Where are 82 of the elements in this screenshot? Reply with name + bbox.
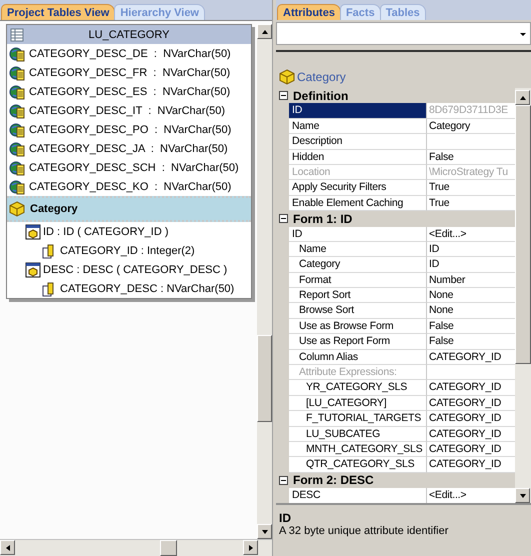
form-icon bbox=[25, 262, 41, 278]
section-title: Form 1: ID bbox=[293, 212, 352, 226]
property-value[interactable]: ID bbox=[427, 257, 515, 273]
column-label[interactable]: CATEGORY_DESC_PO : NVarChar(50) bbox=[29, 124, 232, 136]
column-label[interactable]: CATEGORY_DESC_JA : NVarChar(50) bbox=[29, 142, 228, 154]
globe-document-icon bbox=[9, 178, 25, 194]
property-value[interactable]: False bbox=[427, 150, 515, 165]
object-name: Category bbox=[297, 70, 346, 84]
collapse-icon[interactable] bbox=[279, 91, 288, 100]
form-icon bbox=[25, 224, 41, 240]
dropdown-field[interactable] bbox=[276, 22, 531, 45]
panel-tab[interactable]: Attributes bbox=[277, 4, 341, 20]
form-label[interactable]: DESC : DESC ( CATEGORY_DESC ) bbox=[43, 264, 228, 276]
property-name[interactable]: Format bbox=[289, 272, 427, 288]
property-value[interactable]: True bbox=[427, 196, 515, 212]
property-name[interactable]: Category bbox=[289, 257, 427, 273]
view-tab[interactable]: Project Tables View bbox=[1, 4, 116, 20]
column-icon bbox=[40, 280, 56, 296]
scroll-thumb[interactable] bbox=[515, 105, 531, 364]
property-name[interactable]: Report Sort bbox=[289, 288, 427, 304]
cube-icon bbox=[9, 201, 25, 217]
column-label[interactable]: CATEGORY_DESC_ES : NVarChar(50) bbox=[29, 86, 230, 98]
description-title: ID bbox=[279, 511, 292, 525]
scroll-thumb[interactable] bbox=[257, 335, 272, 422]
property-name[interactable]: Description bbox=[289, 134, 427, 150]
section-title: Definition bbox=[293, 88, 348, 103]
attribute-row[interactable]: Category bbox=[7, 196, 251, 222]
property-value[interactable]: <Edit...> bbox=[427, 488, 515, 504]
property-value[interactable]: False bbox=[427, 318, 515, 334]
cube-icon bbox=[279, 69, 295, 85]
down-arrow-icon[interactable] bbox=[260, 528, 268, 536]
property-name[interactable]: Hidden bbox=[289, 150, 427, 165]
property-value[interactable]: ID bbox=[427, 242, 515, 258]
globe-document-icon bbox=[9, 102, 25, 118]
column-label[interactable]: CATEGORY_DESC_IT : NVarChar(50) bbox=[29, 104, 226, 116]
property-value[interactable]: <Edit...> bbox=[427, 226, 515, 242]
property-value[interactable]: None bbox=[427, 303, 515, 319]
table-icon bbox=[10, 28, 24, 42]
form-label[interactable]: ID : ID ( CATEGORY_ID ) bbox=[43, 226, 168, 238]
property-name[interactable]: Enable Element Caching bbox=[289, 196, 427, 212]
description-text: A 32 byte unique attribute identifier bbox=[279, 525, 450, 537]
property-name[interactable]: Apply Security Filters bbox=[289, 180, 427, 196]
section-title: Form 2: DESC bbox=[293, 473, 374, 488]
up-arrow-icon[interactable] bbox=[518, 94, 526, 102]
globe-document-icon bbox=[9, 46, 25, 62]
column-label[interactable]: CATEGORY_DESC_DE : NVarChar(50) bbox=[29, 48, 231, 60]
vertical-scrollbar[interactable] bbox=[257, 24, 272, 539]
property-value[interactable]: None bbox=[427, 288, 515, 304]
table-title: LU_CATEGORY bbox=[88, 28, 170, 40]
column-label[interactable]: CATEGORY_DESC_SCH : NVarChar(50) bbox=[29, 162, 239, 174]
scroll-thumb[interactable] bbox=[160, 540, 177, 556]
column-label[interactable]: CATEGORY_DESC_KO : NVarChar(50) bbox=[29, 180, 232, 192]
column-label[interactable]: CATEGORY_DESC : NVarChar(50) bbox=[60, 282, 234, 294]
collapse-icon[interactable] bbox=[279, 214, 288, 224]
property-value[interactable]: Number bbox=[427, 272, 515, 288]
property-name[interactable]: ID bbox=[289, 226, 427, 242]
globe-document-icon bbox=[9, 160, 25, 176]
property-name[interactable]: Use as Report Form bbox=[289, 334, 427, 350]
down-arrow-icon[interactable] bbox=[518, 492, 526, 500]
property-value[interactable]: True bbox=[427, 180, 515, 196]
left-arrow-icon[interactable] bbox=[4, 544, 12, 552]
column-label[interactable]: CATEGORY_DESC_FR : NVarChar(50) bbox=[29, 66, 230, 78]
property-name[interactable]: Name bbox=[289, 242, 427, 258]
up-arrow-icon[interactable] bbox=[260, 28, 268, 36]
vertical-scrollbar[interactable] bbox=[515, 88, 531, 503]
property-name[interactable]: Browse Sort bbox=[289, 303, 427, 319]
collapse-icon[interactable] bbox=[279, 476, 288, 485]
globe-document-icon bbox=[9, 122, 25, 138]
property-name[interactable]: DESC bbox=[289, 488, 427, 504]
property-value[interactable]: CATEGORY_ID bbox=[427, 350, 515, 366]
column-label[interactable]: CATEGORY_ID : Integer(2) bbox=[60, 244, 195, 256]
right-arrow-icon[interactable] bbox=[246, 544, 254, 552]
property-value[interactable]: Category bbox=[427, 118, 515, 134]
property-value[interactable]: False bbox=[427, 334, 515, 350]
globe-document-icon bbox=[9, 84, 25, 100]
property-name[interactable]: Use as Browse Form bbox=[289, 318, 427, 334]
globe-document-icon bbox=[9, 64, 25, 80]
property-name[interactable]: Column Alias bbox=[289, 350, 427, 366]
globe-document-icon bbox=[9, 140, 25, 156]
column-icon bbox=[40, 242, 56, 258]
horizontal-scrollbar[interactable] bbox=[0, 539, 272, 556]
property-name[interactable]: Name bbox=[289, 118, 427, 134]
